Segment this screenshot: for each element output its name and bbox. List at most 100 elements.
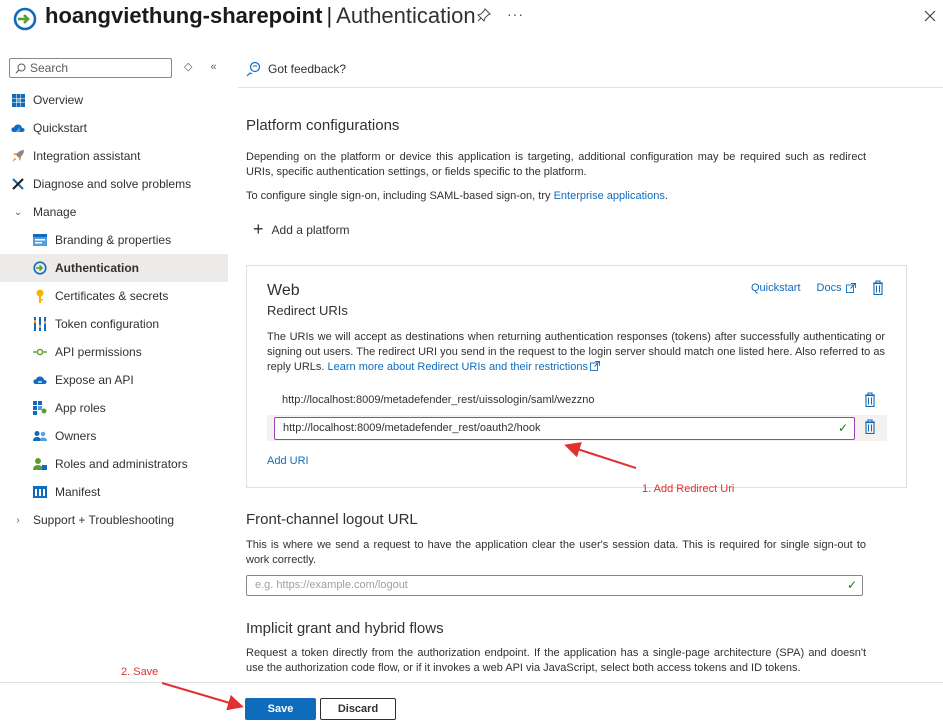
delete-platform-icon[interactable] xyxy=(872,280,884,295)
quickstart-link[interactable]: Quickstart xyxy=(751,282,801,294)
rocket-icon xyxy=(11,149,25,163)
page-title: hoangviethung-sharepoint | Authentication xyxy=(45,3,476,29)
platform-heading: Platform configurations xyxy=(246,117,400,134)
external-link-icon xyxy=(845,282,856,293)
sidebar-item-label: Overview xyxy=(33,93,84,107)
add-platform-button[interactable]: + Add a platform xyxy=(253,219,350,240)
learn-more-link[interactable]: Learn more about Redirect URIs and their… xyxy=(328,361,588,373)
sidebar-item-expose-api[interactable]: Expose an API xyxy=(0,366,228,394)
sidebar-item-diagnose[interactable]: Diagnose and solve problems xyxy=(0,170,228,198)
title-separator: | xyxy=(326,3,333,28)
sidebar-item-api-permissions[interactable]: API permissions xyxy=(0,338,228,366)
feedback-icon xyxy=(246,61,261,77)
manifest-icon xyxy=(33,485,47,499)
sidebar-item-authentication[interactable]: Authentication xyxy=(0,254,228,282)
sidebar-item-label: Integration assistant xyxy=(33,149,141,163)
feedback-label: Got feedback? xyxy=(268,62,347,76)
sidebar-item-owners[interactable]: Owners xyxy=(0,422,228,450)
key-icon xyxy=(33,289,47,303)
sidebar-item-integration-assistant[interactable]: Integration assistant xyxy=(0,142,228,170)
redirect-uri-row: http://localhost:8009/metadefender_rest/… xyxy=(267,388,887,414)
sidebar-item-token-configuration[interactable]: Token configuration xyxy=(0,310,228,338)
card-actions: Quickstart Docs xyxy=(751,280,884,295)
sidebar-item-label: API permissions xyxy=(55,345,142,359)
add-platform-label: Add a platform xyxy=(271,222,350,237)
redirect-description: The URIs we will accept as destinations … xyxy=(267,330,885,375)
redirect-uri-input[interactable]: http://localhost:8009/metadefender_rest/… xyxy=(274,417,855,440)
sidebar-item-label: Certificates & secrets xyxy=(55,289,169,303)
sidebar-item-label: Diagnose and solve problems xyxy=(33,177,192,191)
docs-label: Docs xyxy=(816,281,842,294)
annotation-save: 2. Save xyxy=(121,666,159,678)
web-title: Web xyxy=(267,282,300,299)
grid-icon xyxy=(11,93,25,107)
discard-button[interactable]: Discard xyxy=(320,698,396,720)
sidebar-controls: ◇ « xyxy=(184,60,235,73)
implicit-description: Request a token directly from the author… xyxy=(246,647,866,674)
logout-description: This is where we send a request to have … xyxy=(246,539,866,566)
sidebar-item-label: Manifest xyxy=(55,485,101,499)
sso-text: To configure single sign-on, including S… xyxy=(246,189,866,204)
redirect-uri-input-value: http://localhost:8009/metadefender_rest/… xyxy=(283,422,541,434)
logout-url-input[interactable]: e.g. https://example.com/logout ✓ xyxy=(246,575,863,596)
close-icon[interactable] xyxy=(924,10,936,22)
sidebar-item-roles-administrators[interactable]: Roles and administrators xyxy=(0,450,228,478)
app-roles-icon xyxy=(33,401,47,415)
sidebar-item-manifest[interactable]: Manifest xyxy=(0,478,228,506)
branding-icon xyxy=(33,233,47,247)
save-button[interactable]: Save xyxy=(245,698,316,720)
collapse-sidebar-icon[interactable]: « xyxy=(210,61,216,73)
wrench-icon xyxy=(11,177,25,191)
api-permissions-icon xyxy=(33,345,47,359)
app-name: hoangviethung-sharepoint xyxy=(45,3,323,28)
delete-uri-icon[interactable] xyxy=(864,419,876,434)
search-icon xyxy=(15,63,26,74)
authentication-icon xyxy=(33,261,47,275)
feedback-button[interactable]: Got feedback? xyxy=(246,58,346,80)
search-placeholder: Search xyxy=(30,61,69,75)
logout-heading: Front-channel logout URL xyxy=(246,511,418,528)
checkmark-icon: ✓ xyxy=(837,421,848,435)
chevron-right-icon: › xyxy=(16,514,20,526)
chevron-down-icon: ⌄ xyxy=(13,206,23,218)
enterprise-applications-link[interactable]: Enterprise applications xyxy=(554,190,665,202)
web-platform-card xyxy=(246,265,907,488)
docs-link[interactable]: Docs xyxy=(817,282,842,294)
token-icon xyxy=(33,317,47,331)
owners-icon xyxy=(33,429,47,443)
sidebar-item-label: App roles xyxy=(55,401,106,415)
checkmark-icon: ✓ xyxy=(846,578,857,592)
sidebar-item-label: Expose an API xyxy=(55,373,134,387)
annotation-add-redirect-uri: 1. Add Redirect Uri xyxy=(642,483,735,495)
delete-uri-icon[interactable] xyxy=(864,392,876,407)
sidebar-item-certificates[interactable]: Certificates & secrets xyxy=(0,282,228,310)
sidebar-item-branding[interactable]: Branding & properties xyxy=(0,226,228,254)
sidebar-group-support[interactable]: › Support + Troubleshooting xyxy=(0,506,228,534)
sidebar-item-app-roles[interactable]: App roles xyxy=(0,394,228,422)
cloud-icon xyxy=(11,121,25,135)
logout-url-placeholder: e.g. https://example.com/logout xyxy=(255,579,408,591)
search-input[interactable]: Search xyxy=(9,58,172,78)
plus-icon: + xyxy=(253,219,264,239)
sidebar-item-overview[interactable]: Overview xyxy=(0,86,228,114)
cloud-api-icon xyxy=(33,373,47,387)
sidebar-item-label: Authentication xyxy=(55,261,139,275)
more-options-icon[interactable]: ··· xyxy=(507,6,524,22)
page-name: Authentication xyxy=(336,3,476,28)
sidebar-item-label: Manage xyxy=(33,205,77,219)
sso-prefix: To configure single sign-on, including S… xyxy=(246,190,554,202)
redirect-uri-value[interactable]: http://localhost:8009/metadefender_rest/… xyxy=(282,394,594,406)
roles-icon xyxy=(33,457,47,471)
implicit-heading: Implicit grant and hybrid flows xyxy=(246,620,444,637)
filter-toggle-icon[interactable]: ◇ xyxy=(184,61,192,73)
toolbar-divider xyxy=(238,87,943,88)
redirect-uris-title: Redirect URIs xyxy=(267,303,348,318)
sidebar-item-quickstart[interactable]: Quickstart xyxy=(0,114,228,142)
sidebar-item-label: Quickstart xyxy=(33,121,88,135)
authentication-app-icon xyxy=(13,7,37,31)
add-uri-link[interactable]: Add URI xyxy=(267,455,309,467)
action-footer xyxy=(0,682,943,724)
sidebar-group-manage[interactable]: ⌄ Manage xyxy=(0,198,228,226)
pin-icon[interactable] xyxy=(477,8,491,22)
sidebar-item-label: Roles and administrators xyxy=(55,457,188,471)
